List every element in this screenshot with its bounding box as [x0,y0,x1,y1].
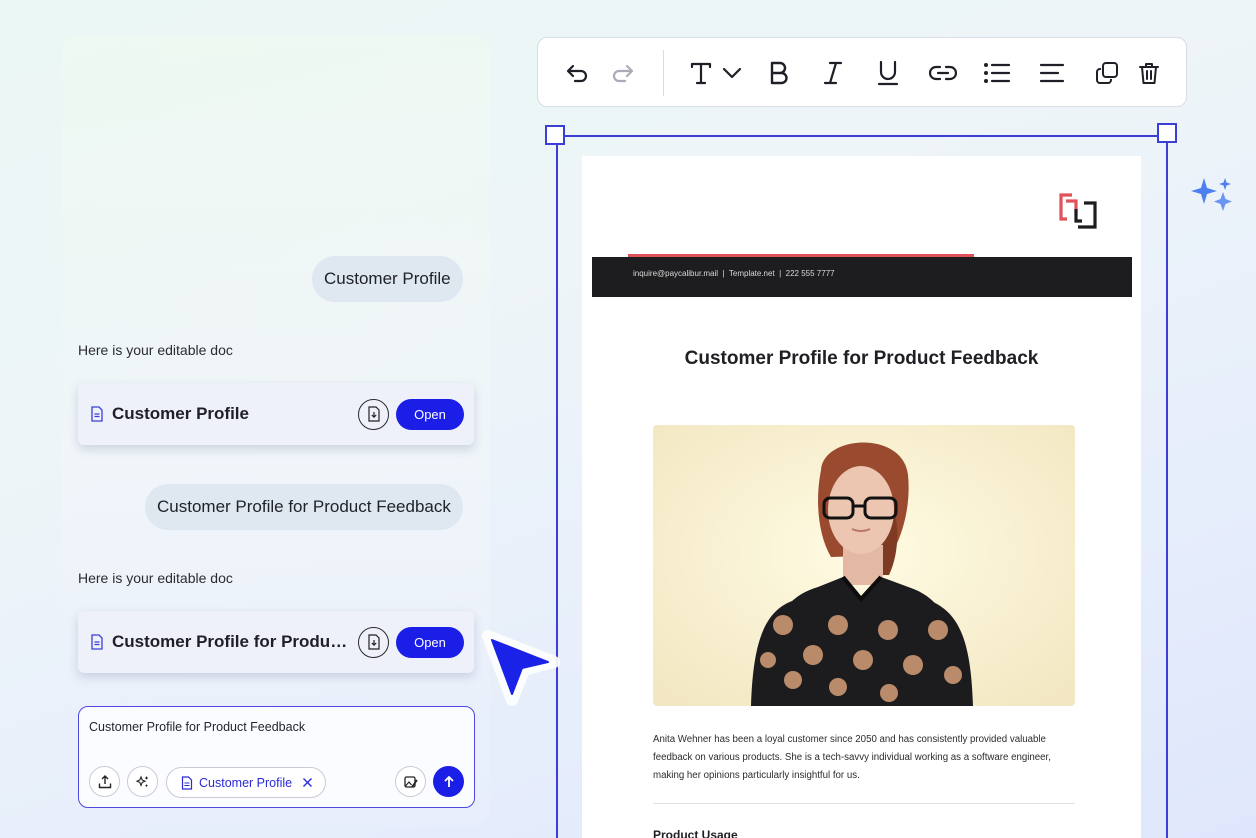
user-message-bubble: Customer Profile [312,256,463,302]
download-button[interactable] [358,626,389,658]
image-brush-icon [403,775,418,788]
duplicate-button[interactable] [1092,58,1122,88]
delete-icon [1139,63,1159,84]
link-button[interactable] [927,58,959,88]
text-style-icon [690,62,712,85]
formatting-toolbar [537,37,1187,107]
italic-icon [823,61,843,85]
brand-logo [1059,193,1097,229]
upload-icon [98,774,111,788]
ai-enhance-button[interactable] [127,766,158,797]
delete-button[interactable] [1134,58,1164,88]
document-icon [181,775,193,790]
resize-handle-top-left[interactable] [545,125,565,145]
bullet-list-button[interactable] [982,58,1012,88]
link-icon [929,65,957,81]
section-heading[interactable]: Product Usage [653,828,738,838]
profile-photo[interactable] [653,425,1075,706]
assistant-message: Here is your editable doc [78,570,233,586]
redo-button[interactable] [608,58,640,88]
toolbar-divider [663,50,664,96]
download-file-icon [367,634,380,650]
italic-button[interactable] [818,58,848,88]
contact-band: inquire@paycalibur.mail | Template.net |… [592,257,1132,297]
send-button[interactable] [433,766,464,797]
document-icon [91,634,103,650]
align-left-icon [1039,63,1065,83]
upload-button[interactable] [89,766,120,797]
doc-card[interactable]: Customer Profile for Product Feedback Op… [78,611,474,673]
duplicate-icon [1096,62,1118,84]
document-page: inquire@paycalibur.mail | Template.net |… [582,156,1141,838]
bold-button[interactable] [764,58,794,88]
bold-icon [770,61,788,85]
open-button[interactable]: Open [396,626,464,658]
assistant-message: Here is your editable doc [78,342,233,358]
close-icon[interactable] [302,777,313,788]
composer-input[interactable]: Customer Profile for Product Feedback [89,720,305,734]
open-button[interactable]: Open [396,398,464,430]
download-file-icon [367,406,380,422]
bullet-list-icon [984,63,1011,83]
arrow-up-icon [443,775,454,787]
underline-icon [877,60,899,86]
section-divider [653,803,1075,804]
undo-button[interactable] [560,58,592,88]
message-composer[interactable]: Customer Profile for Product Feedback Cu… [78,706,475,808]
user-message-bubble: Customer Profile for Product Feedback [145,484,463,530]
undo-icon [566,64,588,83]
resize-handle-top-right[interactable] [1157,123,1177,143]
doc-card[interactable]: Customer Profile Open [78,383,474,445]
pointer-cursor-icon [482,630,560,706]
image-style-button[interactable] [395,766,426,797]
contact-line: inquire@paycalibur.mail | Template.net |… [633,269,835,278]
text-style-dropdown[interactable] [686,58,746,88]
doc-card-title: Customer Profile [112,404,249,423]
download-button[interactable] [358,398,389,430]
attachment-chip-label: Customer Profile [199,775,293,790]
magic-sparkle-icon [135,775,148,787]
document-icon [91,406,103,422]
redo-icon [612,64,634,83]
doc-card-title: Customer Profile for Product Feedback [112,632,358,651]
profile-photo-illustration [653,425,1075,706]
attachment-chip[interactable]: Customer Profile [166,767,327,798]
chevron-down-icon [722,67,742,79]
ai-sparkle-icon [1191,178,1232,211]
align-left-button[interactable] [1037,58,1067,88]
document-title[interactable]: Customer Profile for Product Feedback [582,348,1141,370]
document-paragraph[interactable]: Anita Wehner has been a loyal customer s… [653,731,1073,784]
underline-button[interactable] [873,58,903,88]
